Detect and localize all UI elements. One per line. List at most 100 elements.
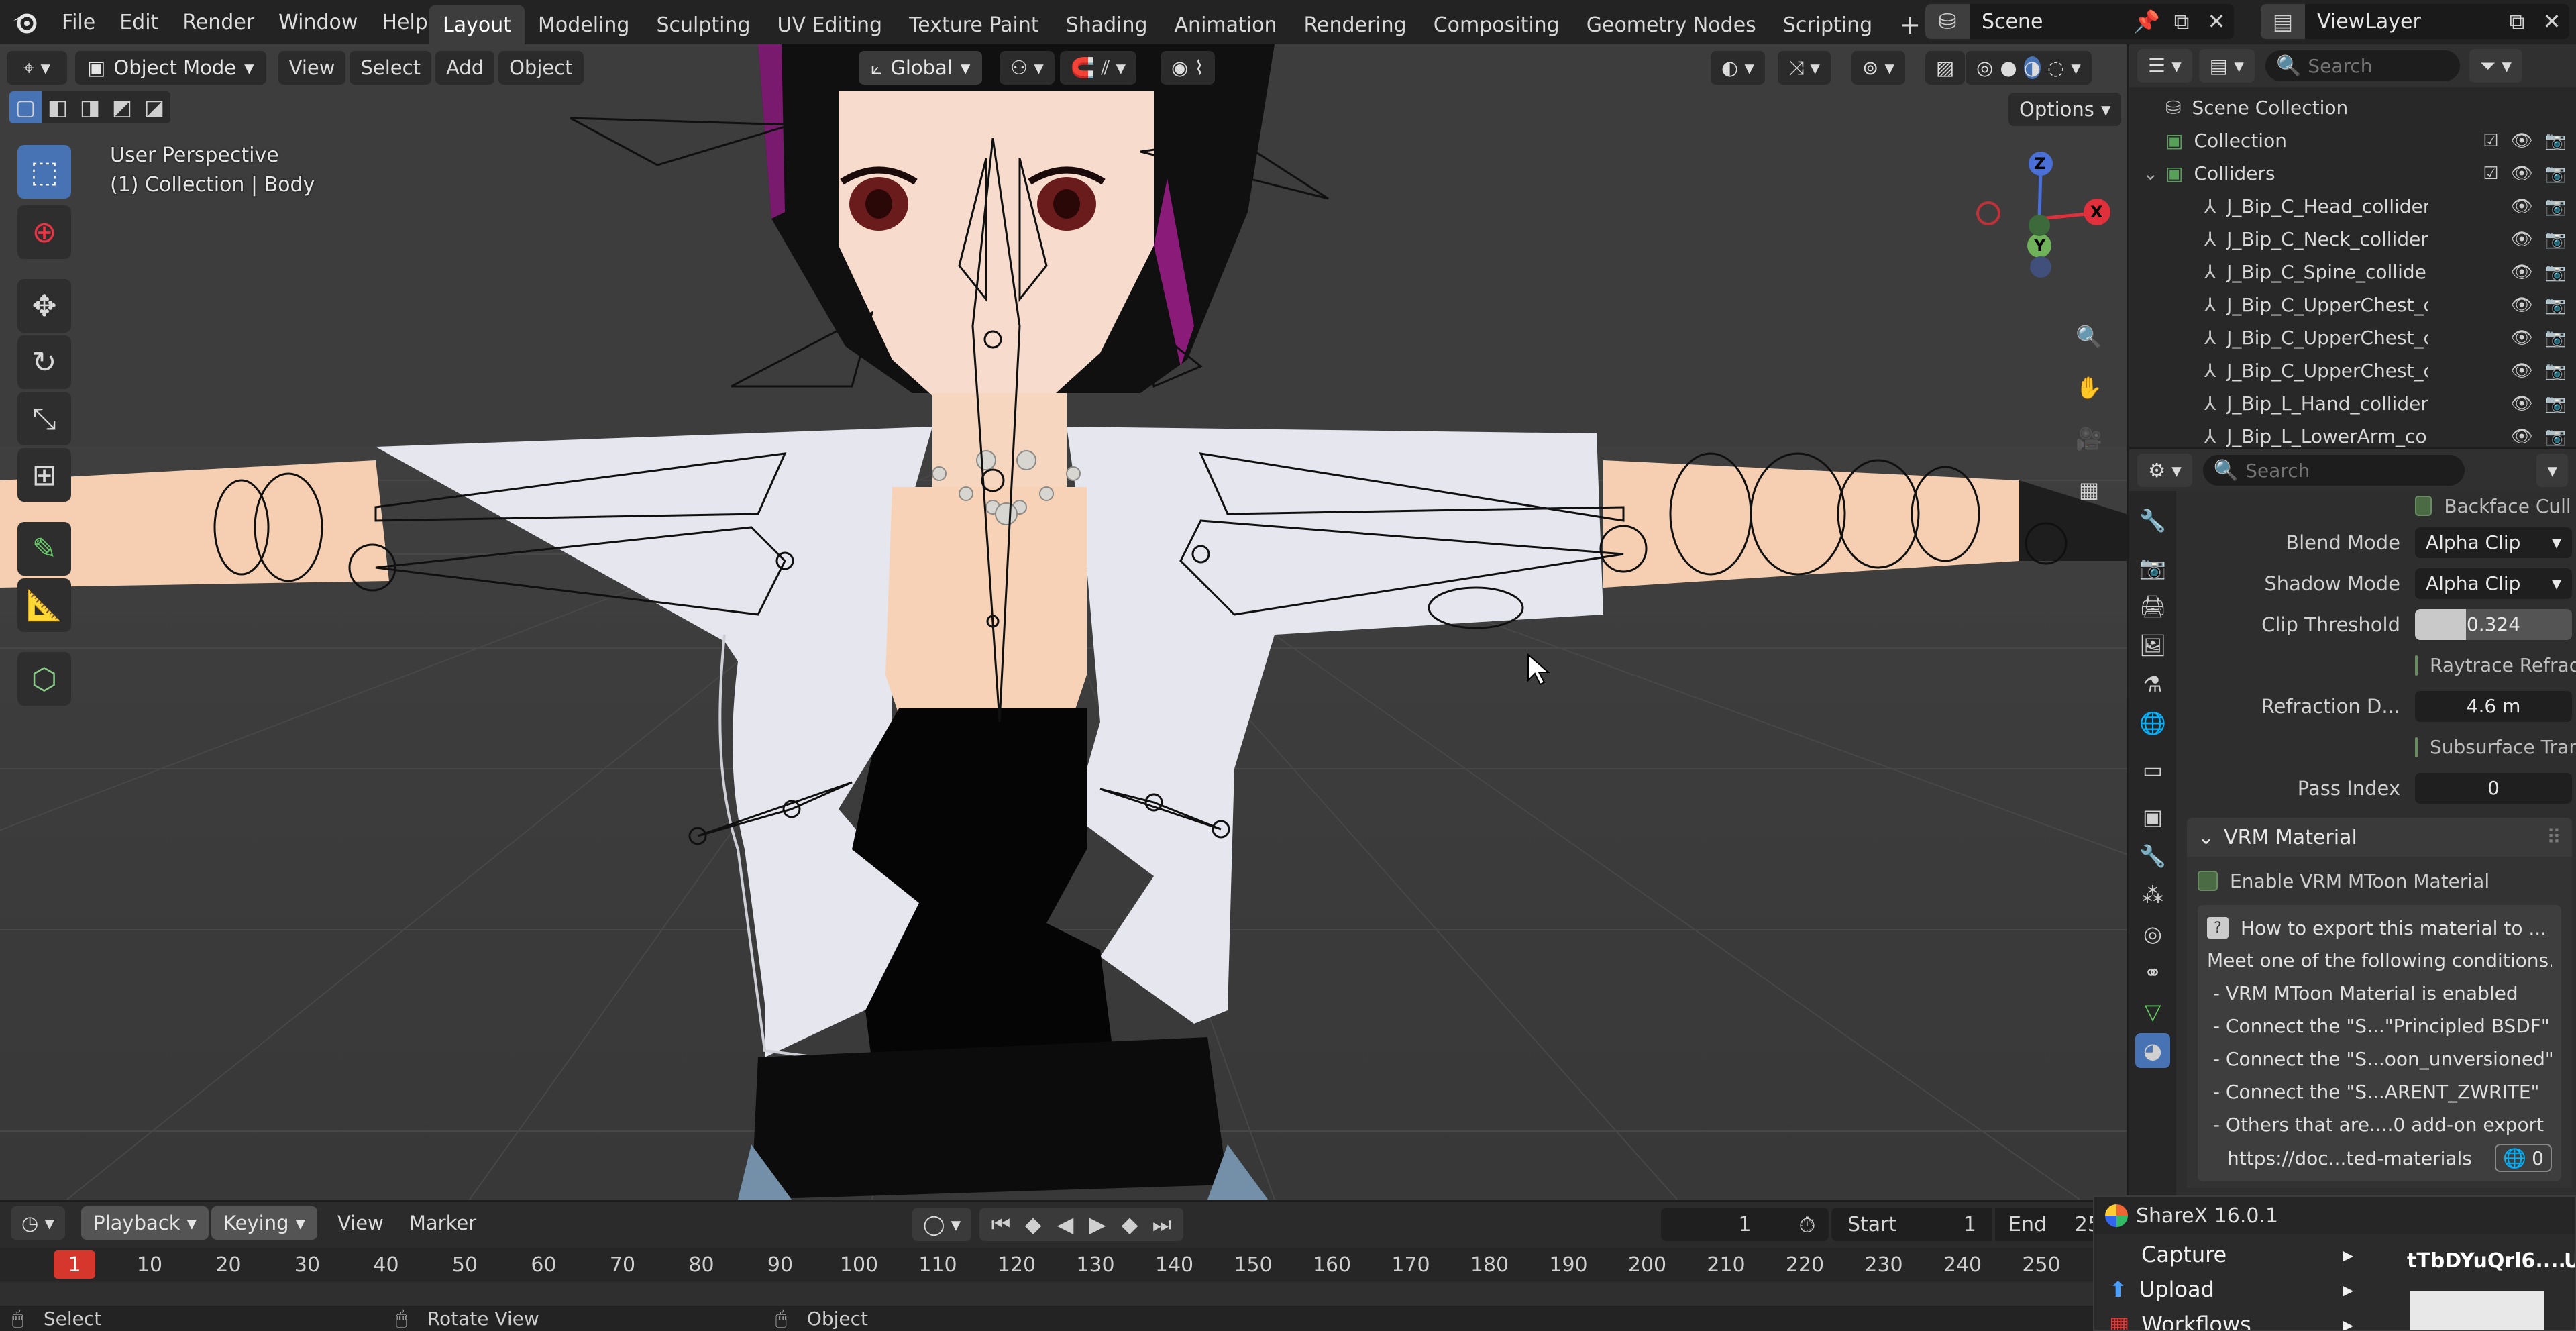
transform-tool[interactable]: ⊞ bbox=[17, 448, 71, 502]
select-subtract-icon[interactable]: ◨ bbox=[74, 91, 106, 123]
timeline-editor-type[interactable]: ◷ ▾ bbox=[11, 1206, 66, 1240]
outliner-object-row[interactable]: ⅄ J_Bip_C_Head_collider 👁 📷 bbox=[2129, 190, 2576, 223]
backface-culling-row[interactable]: Backface Culling bbox=[2187, 490, 2572, 522]
menu-edit[interactable]: Edit bbox=[107, 3, 170, 41]
eye-icon[interactable]: 👁 bbox=[2511, 164, 2533, 184]
timeline-track[interactable] bbox=[0, 1283, 2127, 1306]
tab-rendering[interactable]: Rendering bbox=[1290, 5, 1419, 44]
delete-view-layer-icon[interactable]: ✕ bbox=[2534, 4, 2569, 39]
tab-compositing[interactable]: Compositing bbox=[1420, 5, 1573, 44]
exclude-checkbox-icon[interactable]: ☑ bbox=[2483, 164, 2498, 184]
jump-start-icon[interactable]: ⏮ bbox=[985, 1207, 1017, 1242]
clip-threshold-slider[interactable]: 0.324 bbox=[2415, 608, 2572, 640]
camera-render-icon[interactable]: 📷 bbox=[2545, 427, 2567, 447]
material-tab-icon[interactable]: ◕ bbox=[2135, 1033, 2170, 1068]
visibility-dropdown[interactable]: ◐ ▾ bbox=[1711, 51, 1766, 85]
eye-icon[interactable]: 👁 bbox=[2511, 328, 2533, 348]
eye-icon[interactable]: 👁 bbox=[2511, 229, 2533, 250]
menu-file[interactable]: File bbox=[50, 3, 107, 41]
delete-scene-icon[interactable]: ✕ bbox=[2199, 4, 2234, 39]
view-layer-selector[interactable]: ▤ ViewLayer ⧉ ✕ bbox=[2261, 4, 2569, 39]
eye-icon[interactable]: 👁 bbox=[2511, 131, 2533, 151]
mode-dropdown[interactable]: ▣ Object Mode ▾ bbox=[75, 51, 266, 85]
viewport-menu-select[interactable]: Select bbox=[350, 51, 431, 85]
new-scene-icon[interactable]: ⧉ bbox=[2164, 4, 2199, 39]
outliner-object-row[interactable]: ⅄ J_Bip_C_UpperChest_c 👁 📷 bbox=[2129, 288, 2576, 321]
tab-animation[interactable]: Animation bbox=[1161, 5, 1291, 44]
timeline-ruler[interactable]: 10 20 30 40 50 60 70 80 90 100 110 120 130 140 150 160 1… bbox=[0, 1248, 2127, 1281]
navigation-gizmo[interactable]: X Z Y bbox=[1966, 145, 2113, 292]
enable-mtoon-row[interactable]: Enable VRM MToon Material bbox=[2198, 863, 2561, 898]
rendered-shading-icon[interactable]: ◌ bbox=[2047, 56, 2064, 79]
outliner-object-row[interactable]: ⅄ J_Bip_C_Neck_collider 👁 📷 bbox=[2129, 223, 2576, 256]
outliner-search[interactable]: 🔍 bbox=[2265, 50, 2460, 81]
scene-tab-icon[interactable]: ⚗ bbox=[2135, 667, 2170, 702]
camera-render-icon[interactable]: 📷 bbox=[2545, 361, 2567, 381]
xray-toggle[interactable]: ▨ bbox=[1925, 51, 1966, 85]
outliner-search-input[interactable] bbox=[2308, 54, 2456, 77]
view-layer-tab-icon[interactable]: 🖼 bbox=[2135, 628, 2170, 663]
tab-modeling[interactable]: Modeling bbox=[525, 5, 643, 44]
jump-end-icon[interactable]: ⏭ bbox=[1146, 1207, 1178, 1242]
prev-keyframe-icon[interactable]: ◆ bbox=[1017, 1207, 1049, 1242]
shading-modes[interactable]: ◎ ● ◑ ◌ ▾ bbox=[1966, 51, 2092, 85]
wireframe-shading-icon[interactable]: ◎ bbox=[1976, 56, 1993, 79]
outliner-collection-row[interactable]: ⌄ ▣ Colliders ☑ 👁 📷 bbox=[2129, 157, 2576, 190]
select-invert-icon[interactable]: ◩ bbox=[106, 91, 138, 123]
camera-render-icon[interactable]: 📷 bbox=[2545, 295, 2567, 315]
pass-index-field[interactable]: 0 bbox=[2415, 772, 2572, 804]
measure-tool[interactable]: 📐 bbox=[17, 578, 71, 632]
camera-render-icon[interactable]: 📷 bbox=[2545, 197, 2567, 217]
modifier-tab-icon[interactable]: 🔧 bbox=[2135, 839, 2170, 873]
eye-icon[interactable]: 👁 bbox=[2511, 394, 2533, 414]
subsurface-translucency-row[interactable]: Subsurface Tran... bbox=[2187, 727, 2576, 767]
cursor-tool[interactable]: ⊕ bbox=[17, 205, 71, 259]
blend-mode-dropdown[interactable]: Alpha Clip ▾ bbox=[2415, 527, 2572, 558]
tab-geometry-nodes[interactable]: Geometry Nodes bbox=[1573, 5, 1770, 44]
options-button[interactable]: Options ▾ bbox=[2008, 93, 2122, 126]
solid-shading-icon[interactable]: ● bbox=[2000, 56, 2017, 79]
camera-render-icon[interactable]: 📷 bbox=[2545, 262, 2567, 282]
sharex-capture-item[interactable]: Capture ▸ bbox=[2094, 1237, 2376, 1272]
camera-render-icon[interactable]: 📷 bbox=[2545, 394, 2567, 414]
outliner-object-row[interactable]: ⅄ J_Bip_C_UpperChest_c 👁 📷 bbox=[2129, 321, 2576, 354]
next-keyframe-icon[interactable]: ◆ bbox=[1114, 1207, 1146, 1242]
new-view-layer-icon[interactable]: ⧉ bbox=[2500, 4, 2534, 39]
pin-icon[interactable]: 📌 bbox=[2129, 4, 2164, 39]
tool-tab-icon[interactable]: 🔧 bbox=[2135, 503, 2170, 538]
overlays-toggle[interactable]: ⊚ ▾ bbox=[1851, 51, 1906, 85]
outliner-object-row[interactable]: ⅄ J_Bip_C_Spine_collide 👁 📷 bbox=[2129, 256, 2576, 288]
open-url-button[interactable]: 🌐 0 bbox=[2495, 1144, 2552, 1172]
zoom-icon[interactable]: 🔍 bbox=[2072, 319, 2106, 354]
pivot-dropdown[interactable]: ⚇ ▾ bbox=[1000, 51, 1055, 85]
gizmo-toggle[interactable]: ⤨ ▾ bbox=[1778, 51, 1831, 85]
scale-tool[interactable]: ⤡ bbox=[17, 392, 71, 445]
tab-uv-editing[interactable]: UV Editing bbox=[764, 5, 896, 44]
render-tab-icon[interactable]: 📷 bbox=[2135, 550, 2170, 585]
enable-mtoon-checkbox[interactable] bbox=[2198, 871, 2218, 891]
camera-render-icon[interactable]: 📷 bbox=[2545, 328, 2567, 348]
outliner-object-row[interactable]: ⅄ J_Bip_C_UpperChest_c 👁 📷 bbox=[2129, 354, 2576, 387]
snap-toggle[interactable]: 🧲 ⫽ ▾ bbox=[1060, 51, 1137, 85]
rotate-tool[interactable]: ↻ bbox=[17, 335, 71, 389]
shadow-mode-dropdown[interactable]: Alpha Clip ▾ bbox=[2415, 568, 2572, 599]
current-frame-marker[interactable]: 1 bbox=[54, 1250, 95, 1279]
eye-icon[interactable]: 👁 bbox=[2511, 262, 2533, 282]
world-tab-icon[interactable]: 🌐 bbox=[2135, 706, 2170, 741]
viewport-menu-object[interactable]: Object bbox=[498, 51, 584, 85]
outliner-filter[interactable]: ⏷ ▾ bbox=[2469, 49, 2522, 83]
drag-handle-icon[interactable]: ⠿ bbox=[2546, 826, 2561, 849]
outliner-display-mode[interactable]: ▤ ▾ bbox=[2198, 49, 2255, 83]
select-box-tool[interactable]: ⬚ bbox=[17, 145, 71, 199]
viewport-menu-view[interactable]: View bbox=[278, 51, 346, 85]
blender-logo-icon[interactable] bbox=[7, 5, 42, 40]
properties-search-input[interactable] bbox=[2245, 459, 2461, 482]
properties-search[interactable]: 🔍 bbox=[2202, 455, 2465, 486]
data-tab-icon[interactable]: ▽ bbox=[2135, 994, 2170, 1029]
ortho-toggle-icon[interactable]: ▦ bbox=[2072, 472, 2106, 507]
outliner-editor-type[interactable]: ☰ ▾ bbox=[2137, 49, 2192, 83]
keying-menu[interactable]: Keying ▾ bbox=[211, 1206, 318, 1240]
stopwatch-icon[interactable]: ⏱ bbox=[1790, 1208, 1825, 1242]
select-intersect-icon[interactable]: ◪ bbox=[138, 91, 170, 123]
select-extend-icon[interactable]: ◧ bbox=[42, 91, 74, 123]
